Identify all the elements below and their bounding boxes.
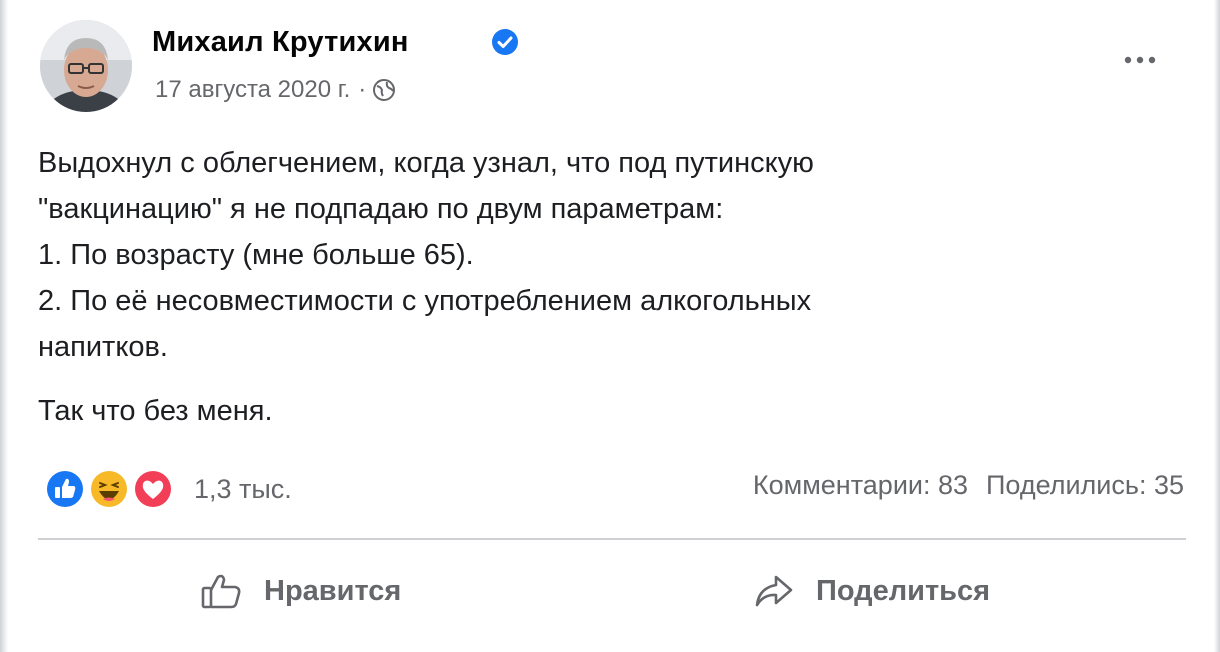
facebook-post: Михаил Крутихин 17 августа 2020 г. · Выд… [0, 0, 1220, 652]
verified-badge-icon [492, 29, 518, 55]
shares-count[interactable]: Поделились: 35 [986, 470, 1184, 501]
share-label: Поделиться [816, 574, 991, 607]
love-reaction-icon [132, 468, 174, 510]
meta-separator: · [358, 76, 367, 103]
like-reaction-icon [44, 468, 86, 510]
share-button[interactable]: Поделиться [752, 556, 990, 626]
reaction-icons [42, 466, 182, 512]
post-stats: Комментарии: 83 Поделились: 35 [753, 470, 1184, 501]
post-text-line: 2. По её несовместимости с употреблением… [38, 285, 812, 317]
comments-count[interactable]: Комментарии: 83 [753, 470, 968, 501]
reactions-summary[interactable]: 1,3 тыс. [42, 466, 292, 512]
more-options-icon[interactable] [1118, 50, 1162, 70]
screen-edge-right [1214, 0, 1220, 652]
haha-reaction-icon [88, 468, 130, 510]
like-label: Нравится [264, 574, 402, 607]
post-date[interactable]: 17 августа 2020 г. [155, 76, 350, 104]
post-text-line: 1. По возрасту (мне больше 65). [38, 239, 474, 271]
thumbs-up-icon [201, 574, 241, 609]
divider [38, 538, 1186, 540]
share-arrow-icon [755, 575, 793, 607]
screen-edge-left [0, 0, 8, 652]
author-avatar[interactable] [40, 20, 132, 112]
globe-icon[interactable] [372, 78, 396, 102]
post-text-line: напитков. [38, 331, 168, 363]
post-text-line: Выдохнул с облегчением, когда узнал, что… [38, 147, 814, 179]
post-meta: 17 августа 2020 г. · [155, 76, 396, 104]
author-name[interactable]: Михаил Крутихин [152, 26, 409, 59]
like-button[interactable]: Нравится [200, 556, 401, 626]
post-text: Выдохнул с облегчением, когда узнал, что… [38, 140, 1158, 434]
avatar-photo [40, 20, 132, 112]
post-closing-line: Так что без меня. [38, 395, 273, 427]
reaction-count[interactable]: 1,3 тыс. [194, 474, 292, 505]
post-text-line: "вакцинацию" я не подпадаю по двум парам… [38, 193, 724, 225]
